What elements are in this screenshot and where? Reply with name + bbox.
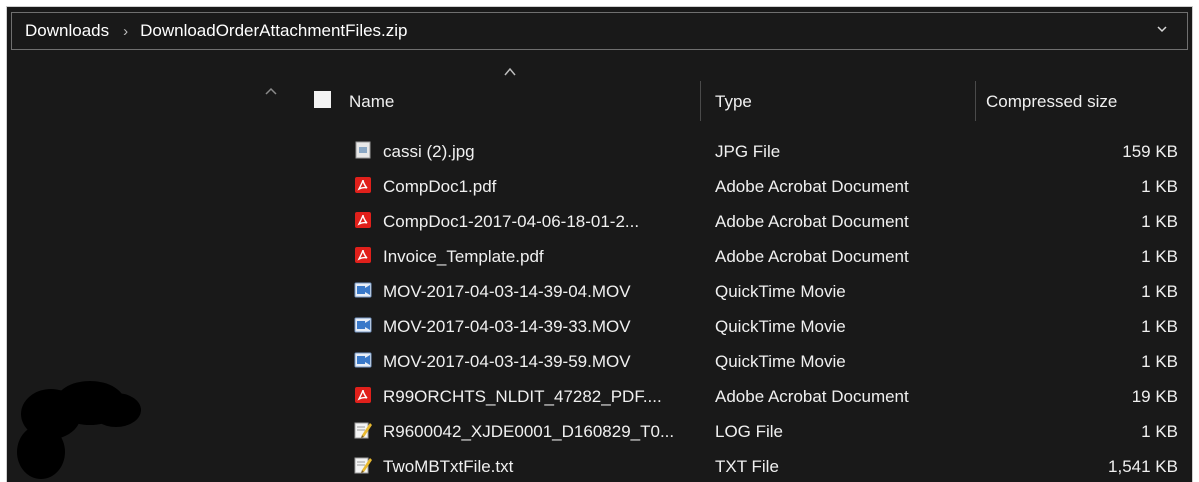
list-item[interactable]: CompDoc1-2017-04-06-18-01-2... Adobe Acr…: [291, 203, 1192, 238]
pdf-file-icon: [355, 387, 371, 403]
column-type[interactable]: Type: [715, 92, 752, 112]
navigation-pane[interactable]: [7, 55, 291, 482]
file-type: TXT File: [715, 457, 779, 476]
file-size: 1 KB: [1141, 352, 1178, 371]
file-name: MOV-2017-04-03-14-39-04.MOV: [383, 282, 631, 301]
file-size: 1 KB: [1141, 317, 1178, 336]
scroll-up-icon[interactable]: [265, 87, 277, 95]
pdf-file-icon: [355, 247, 371, 263]
list-item[interactable]: R99ORCHTS_NLDIT_47282_PDF.... Adobe Acro…: [291, 378, 1192, 413]
file-size: 1 KB: [1141, 177, 1178, 196]
column-divider[interactable]: [700, 81, 701, 121]
list-item[interactable]: CompDoc1.pdf Adobe Acrobat Document 1 KB: [291, 168, 1192, 203]
file-name: R99ORCHTS_NLDIT_47282_PDF....: [383, 387, 662, 406]
pdf-file-icon: [355, 177, 371, 193]
file-size: 1 KB: [1141, 212, 1178, 231]
list-item[interactable]: Invoice_Template.pdf Adobe Acrobat Docum…: [291, 238, 1192, 273]
file-size: 1 KB: [1141, 422, 1178, 441]
file-name: R9600042_XJDE0001_D160829_T0...: [383, 422, 675, 441]
file-type: QuickTime Movie: [715, 282, 846, 301]
column-compressed-size[interactable]: Compressed size: [986, 92, 1117, 112]
column-header: Name Type Compressed size: [291, 55, 1192, 133]
file-type: Adobe Acrobat Document: [715, 212, 909, 231]
file-type: LOG File: [715, 422, 784, 441]
column-divider[interactable]: [975, 81, 976, 121]
pdf-file-icon: [355, 212, 371, 228]
file-explorer-window: Downloads › DownloadOrderAttachmentFiles…: [6, 6, 1193, 482]
list-item[interactable]: MOV-2017-04-03-14-39-33.MOV QuickTime Mo…: [291, 308, 1192, 343]
address-bar[interactable]: Downloads › DownloadOrderAttachmentFiles…: [11, 12, 1188, 50]
text-file-icon: [354, 457, 372, 474]
file-type: QuickTime Movie: [715, 352, 846, 371]
breadcrumb-separator[interactable]: ›: [123, 23, 128, 40]
list-item[interactable]: cassi (2).jpg JPG File 159 KB: [291, 133, 1192, 168]
file-name: TwoMBTxtFile.txt: [383, 457, 514, 476]
select-all-checkbox[interactable]: [314, 91, 331, 108]
log-file-icon: [354, 422, 372, 439]
breadcrumb-downloads[interactable]: Downloads: [12, 21, 109, 41]
file-size: 159 KB: [1122, 142, 1178, 161]
file-size: 1 KB: [1141, 282, 1178, 301]
file-name: Invoice_Template.pdf: [383, 247, 544, 266]
video-file-icon: [354, 317, 372, 333]
file-type: Adobe Acrobat Document: [715, 177, 909, 196]
file-size: 1 KB: [1141, 247, 1178, 266]
video-file-icon: [354, 282, 372, 298]
breadcrumb-zip-file[interactable]: DownloadOrderAttachmentFiles.zip: [140, 21, 407, 41]
list-item[interactable]: TwoMBTxtFile.txt TXT File 1,541 KB: [291, 448, 1192, 482]
file-list[interactable]: Name Type Compressed size cassi (2).jpg …: [291, 55, 1192, 482]
file-name: CompDoc1.pdf: [383, 177, 497, 196]
file-name: cassi (2).jpg: [383, 142, 475, 161]
chevron-down-icon[interactable]: [1155, 22, 1169, 36]
file-type: Adobe Acrobat Document: [715, 387, 909, 406]
list-item[interactable]: MOV-2017-04-03-14-39-59.MOV QuickTime Mo…: [291, 343, 1192, 378]
image-file-icon: [355, 141, 371, 159]
column-name[interactable]: Name: [349, 92, 394, 112]
file-type: Adobe Acrobat Document: [715, 247, 909, 266]
list-item[interactable]: MOV-2017-04-03-14-39-04.MOV QuickTime Mo…: [291, 273, 1192, 308]
file-type: QuickTime Movie: [715, 317, 846, 336]
file-name: CompDoc1-2017-04-06-18-01-2...: [383, 212, 640, 231]
file-size: 1,541 KB: [1108, 457, 1178, 476]
sort-ascending-icon: [504, 67, 516, 76]
list-item[interactable]: R9600042_XJDE0001_D160829_T0... LOG File…: [291, 413, 1192, 448]
file-type: JPG File: [715, 142, 781, 161]
video-file-icon: [354, 352, 372, 368]
file-name: MOV-2017-04-03-14-39-33.MOV: [383, 317, 631, 336]
file-name: MOV-2017-04-03-14-39-59.MOV: [383, 352, 631, 371]
file-size: 19 KB: [1131, 387, 1178, 406]
